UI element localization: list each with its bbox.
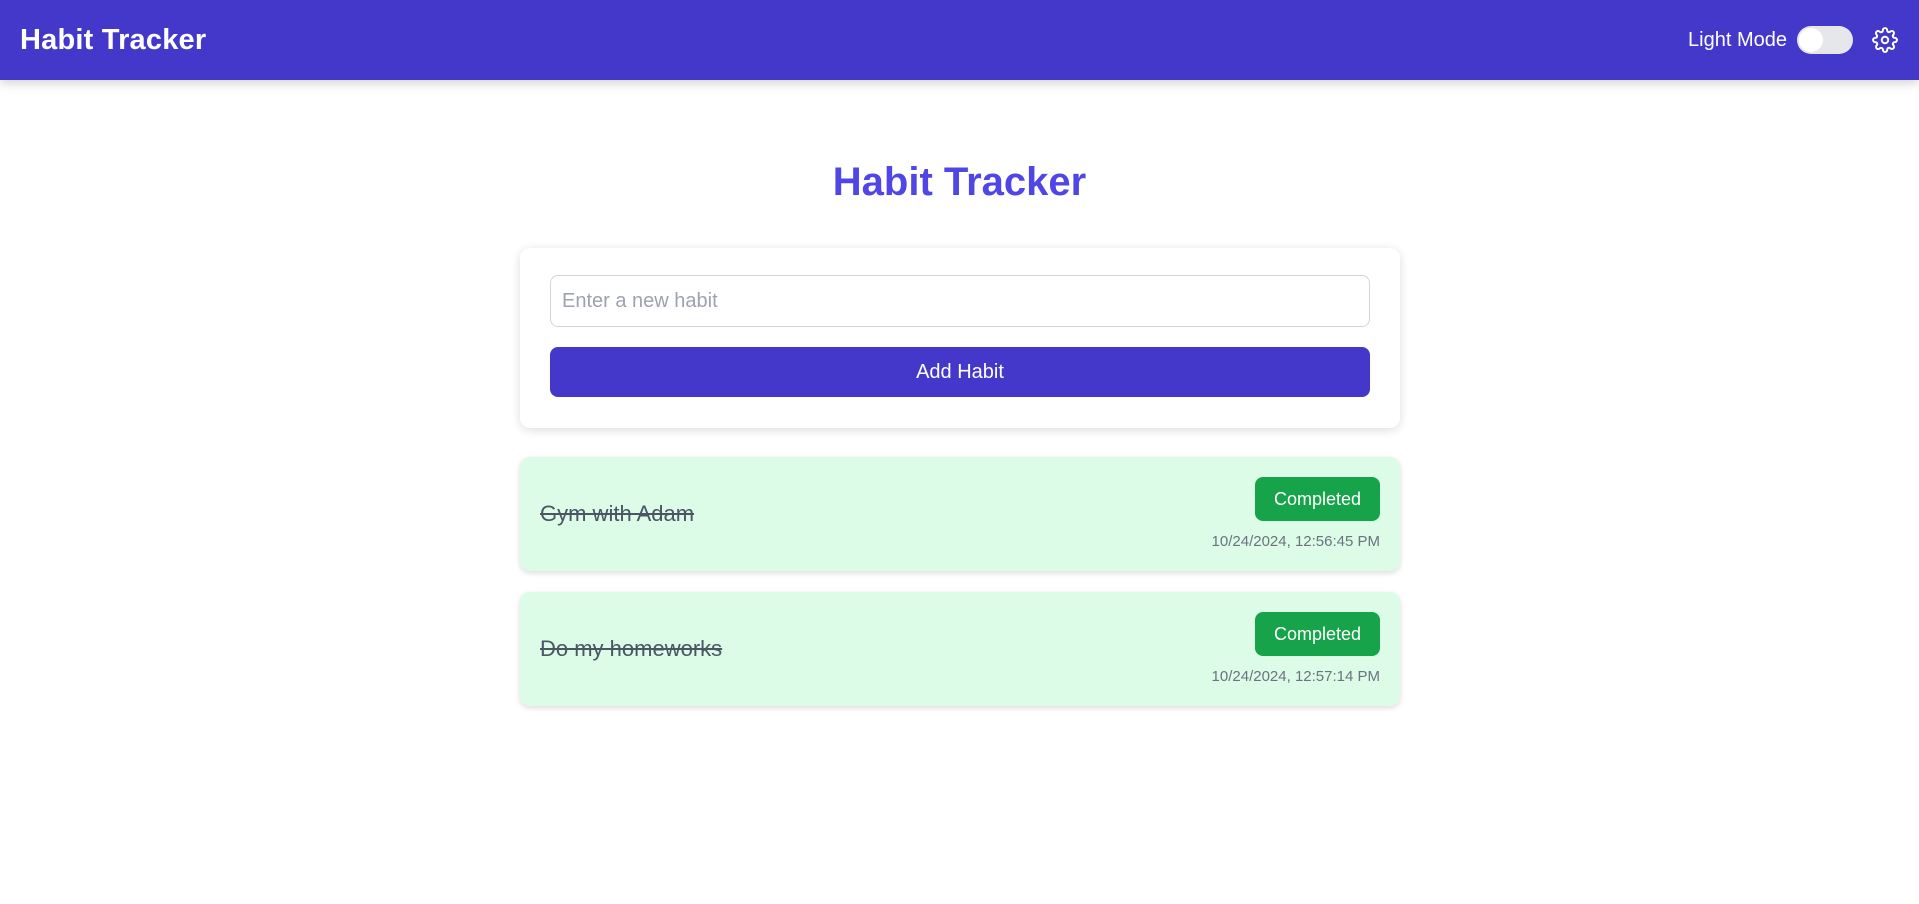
theme-toggle[interactable] <box>1797 26 1853 54</box>
settings-button[interactable] <box>1871 26 1899 54</box>
new-habit-input[interactable] <box>550 275 1370 327</box>
top-navbar: Habit Tracker Light Mode <box>0 0 1919 80</box>
gear-icon <box>1872 27 1898 53</box>
toggle-knob <box>1799 28 1823 52</box>
page-title: Habit Tracker <box>832 160 1087 204</box>
add-habit-card: Add Habit <box>520 248 1400 428</box>
app-brand[interactable]: Habit Tracker <box>20 24 206 57</box>
habit-timestamp: 10/24/2024, 12:56:45 PM <box>1211 533 1380 550</box>
habit-item: Gym with Adam Completed 10/24/2024, 12:5… <box>520 457 1400 571</box>
header-controls: Light Mode <box>1688 26 1899 54</box>
habit-item: Do my homeworks Completed 10/24/2024, 12… <box>520 592 1400 706</box>
habit-name: Do my homeworks <box>540 636 723 661</box>
completed-status-button[interactable]: Completed <box>1255 612 1380 656</box>
habit-name: Gym with Adam <box>540 501 695 526</box>
add-habit-button[interactable]: Add Habit <box>550 347 1370 397</box>
habit-timestamp: 10/24/2024, 12:57:14 PM <box>1211 668 1380 685</box>
theme-mode-label: Light Mode <box>1688 28 1787 51</box>
completed-status-button[interactable]: Completed <box>1255 477 1380 521</box>
